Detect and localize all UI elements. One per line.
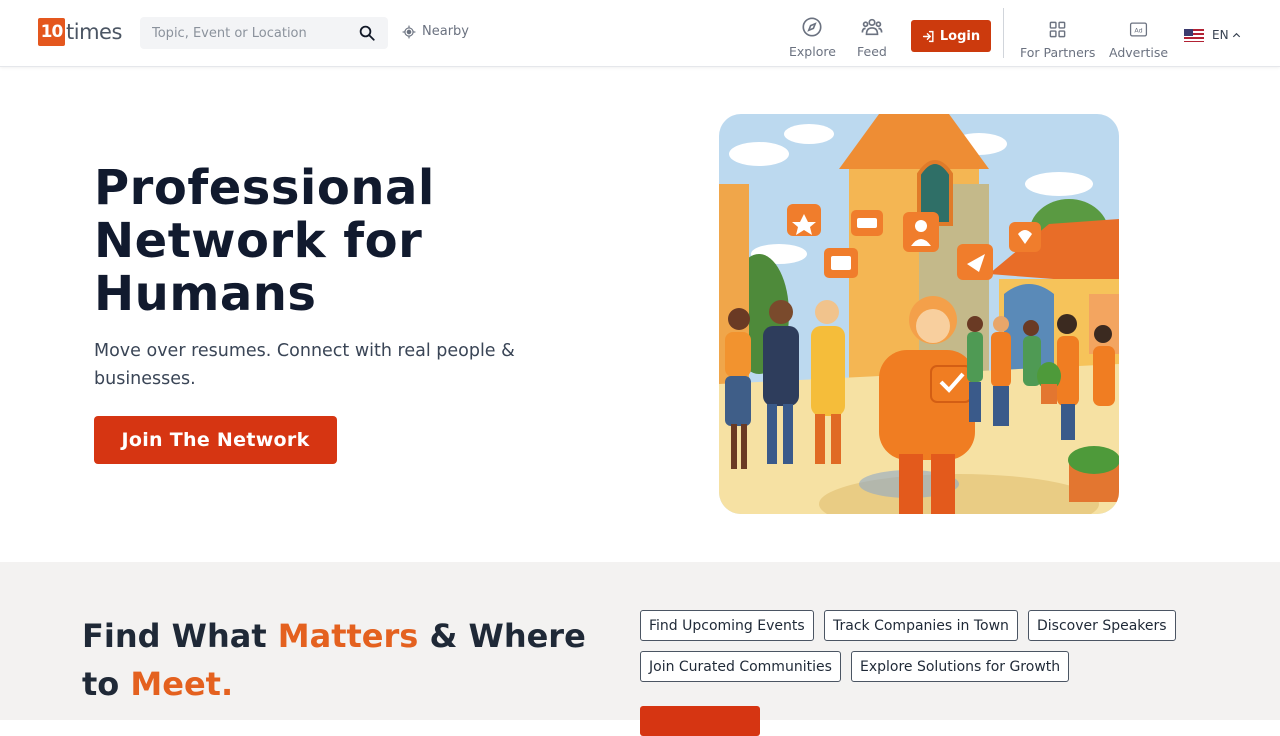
- nav-advertise-label: Advertise: [1109, 45, 1169, 60]
- language-selector[interactable]: EN: [1184, 28, 1242, 42]
- logo[interactable]: 10 times: [38, 17, 122, 47]
- nav-feed-label: Feed: [857, 44, 887, 59]
- logo-mark: 10: [38, 18, 65, 46]
- nearby-label: Nearby: [422, 24, 469, 39]
- people-networking-illustration: [719, 114, 1119, 514]
- nav-explore-label: Explore: [789, 44, 836, 59]
- search-icon[interactable]: [358, 24, 376, 42]
- login-arrow-icon: [922, 30, 934, 42]
- logo-text: times: [66, 20, 122, 44]
- join-network-button[interactable]: Join The Network: [94, 416, 337, 464]
- search-input[interactable]: [140, 25, 340, 41]
- chip-discover-speakers[interactable]: Discover Speakers: [1028, 610, 1176, 641]
- login-button[interactable]: Login: [911, 20, 991, 52]
- hero-title-line: Network for: [94, 213, 423, 269]
- nav-partners-label: For Partners: [1020, 45, 1096, 60]
- nav-divider: [1003, 8, 1004, 58]
- hero-title: Professional Network for Humans: [94, 162, 594, 321]
- chip-explore-solutions[interactable]: Explore Solutions for Growth: [851, 651, 1070, 682]
- find-section: Find What Matters & Where to Meet. Find …: [0, 562, 1280, 736]
- svg-text:Ad: Ad: [1134, 27, 1142, 34]
- hero-title-line: Humans: [94, 266, 317, 322]
- find-title-text: Find What: [82, 617, 278, 655]
- top-navbar: 10 times Nearby Explore Feed Login: [0, 0, 1280, 67]
- compass-icon: [802, 17, 822, 37]
- nav-feed[interactable]: Feed: [857, 16, 887, 59]
- chevron-up-icon: [1232, 32, 1240, 37]
- nearby-button[interactable]: Nearby: [402, 24, 469, 39]
- find-title-highlight: Matters: [277, 617, 419, 655]
- find-title-highlight: Meet.: [130, 665, 234, 703]
- us-flag-icon: [1184, 28, 1204, 42]
- search-bar: [140, 17, 388, 49]
- find-cta-button[interactable]: [640, 706, 760, 736]
- hero-illustration: [719, 114, 1119, 514]
- nav-advertise[interactable]: Ad Advertise: [1109, 20, 1168, 60]
- chip-join-communities[interactable]: Join Curated Communities: [640, 651, 841, 682]
- group-icon: [861, 18, 883, 36]
- nav-explore[interactable]: Explore: [789, 16, 836, 59]
- location-target-icon: [402, 25, 416, 38]
- nav-for-partners[interactable]: For Partners: [1020, 20, 1095, 60]
- find-title: Find What Matters & Where to Meet.: [82, 612, 602, 708]
- hero-title-line: Professional: [94, 160, 435, 216]
- chip-track-companies[interactable]: Track Companies in Town: [824, 610, 1018, 641]
- language-label: EN: [1212, 28, 1229, 42]
- hero-subtitle: Move over resumes. Connect with real peo…: [94, 341, 515, 389]
- ad-icon: Ad: [1129, 22, 1148, 37]
- chip-find-upcoming-events[interactable]: Find Upcoming Events: [640, 610, 814, 641]
- login-label: Login: [939, 28, 981, 44]
- grid-icon: [1049, 21, 1066, 38]
